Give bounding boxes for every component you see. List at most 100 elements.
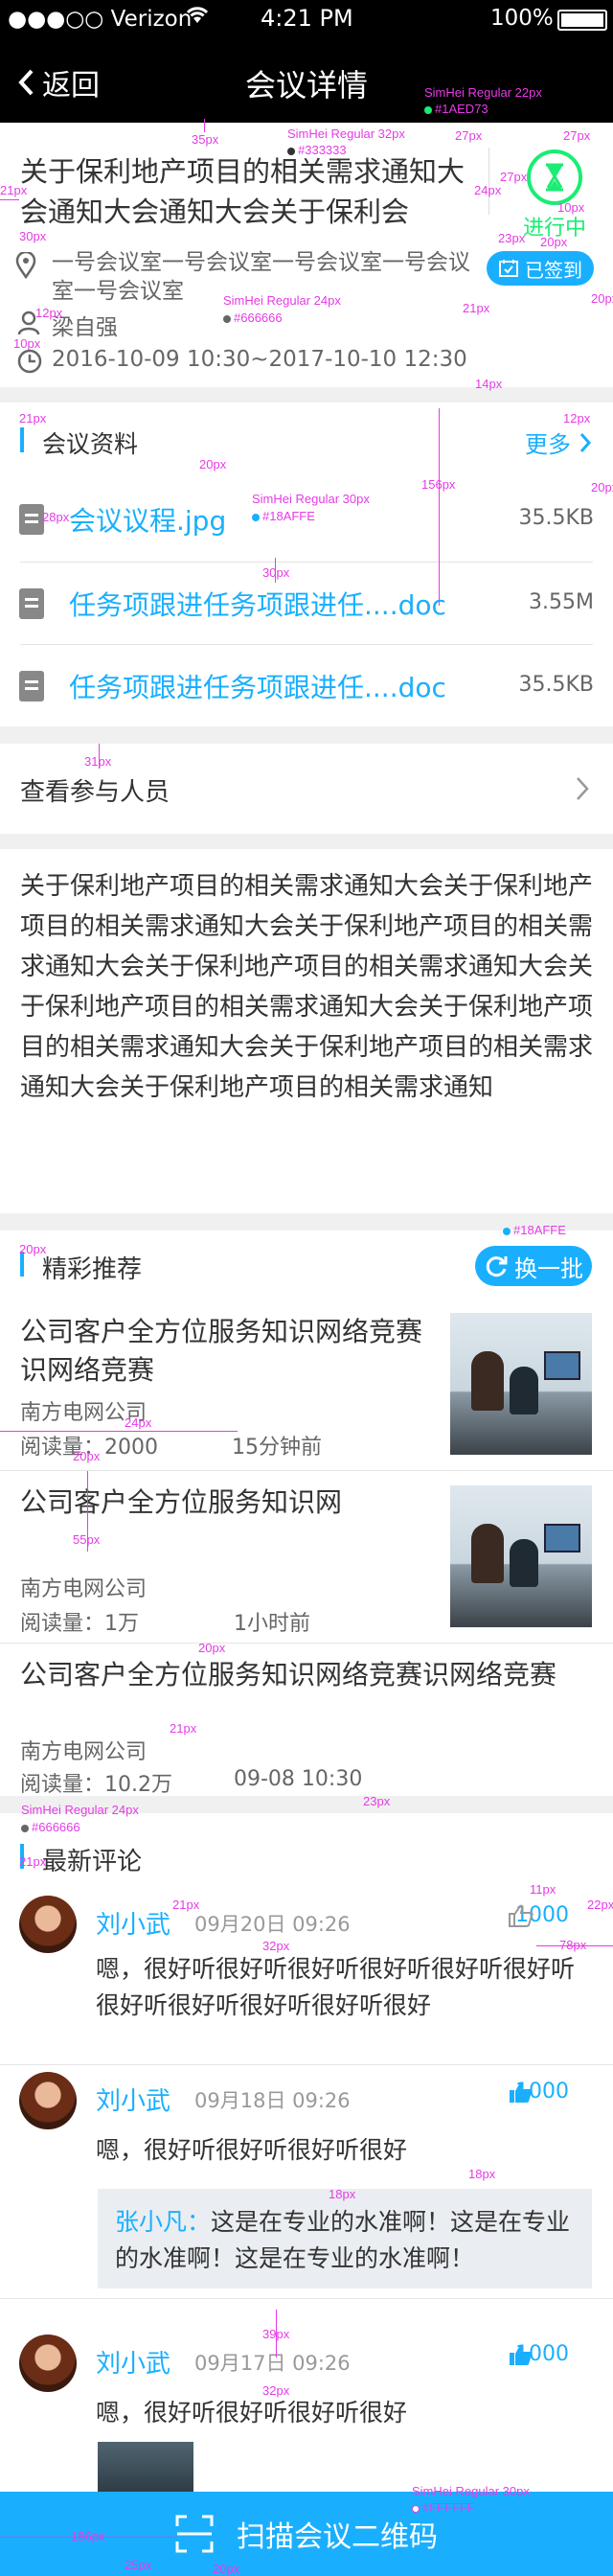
- spec-line: [275, 558, 276, 583]
- like-button[interactable]: 1000: [508, 1903, 569, 1927]
- recommend-heading: 精彩推荐: [42, 1255, 143, 1284]
- status-bar: ●●●○○ Verizon 4:21 PM 100%: [0, 0, 613, 40]
- spec-color-text: #666666: [32, 1820, 80, 1834]
- spec-color-text: #333333: [298, 143, 347, 157]
- hourglass-icon: [527, 150, 582, 205]
- spec-color-text: #FFFFFF: [422, 2500, 475, 2515]
- materials-heading: 会议资料: [42, 430, 139, 458]
- spec-measure: 20px: [73, 1449, 101, 1463]
- spec-measure: 20px: [591, 291, 613, 306]
- refresh-icon: [486, 1256, 508, 1277]
- more-label: 更多: [525, 431, 571, 458]
- spec-measure: 12px: [563, 411, 591, 426]
- meeting-time: 2016-10-09 10:30~2017-10-10 12:30: [52, 347, 467, 372]
- article-time: 1小时前: [234, 1612, 310, 1636]
- commenter-name: 刘小武: [96, 2350, 171, 2379]
- article-time: 09-08 10:30: [234, 1767, 363, 1791]
- article-reads: 阅读量：10.2万: [20, 1773, 172, 1797]
- comment-text: 嗯，很好听很好听很好听很好听很好听很好听很好听很好听很好听很好听很好: [96, 1955, 576, 2019]
- battery-percent: 100%: [490, 6, 554, 31]
- spec-measure: 27px: [500, 170, 528, 184]
- spec-measure: 27px: [455, 128, 483, 143]
- spec-measure: 12px: [35, 306, 63, 320]
- chevron-right-icon: [577, 777, 589, 800]
- comment-date: 09月20日 09:26: [194, 1913, 351, 1936]
- spec-measure: 35px: [192, 132, 219, 147]
- spec-measure: 78px: [559, 1938, 587, 1952]
- reply-author: 张小凡：: [115, 2208, 212, 2236]
- recommend-item[interactable]: 公司客户全方位服务知识网络竞赛识网络竞赛 南方电网公司 阅读量：2000 15分…: [0, 1300, 613, 1470]
- spec-measure: 18px: [329, 2187, 356, 2201]
- article-thumbnail: [450, 1313, 592, 1455]
- document-icon: [19, 671, 44, 702]
- spec-measure: 30px: [19, 229, 47, 243]
- file-size: 35.5KB: [518, 506, 594, 530]
- title-divider: [488, 148, 489, 215]
- spec-measure: 18px: [468, 2167, 496, 2181]
- scan-label: 扫描会议二维码: [237, 2520, 438, 2554]
- chevron-right-icon: [579, 432, 592, 452]
- spec-line: [204, 119, 205, 132]
- spec-measure: 156px: [421, 477, 456, 492]
- reply-box: 张小凡：这是在专业的水准啊！这是在专业的水准啊！这是在专业的水准啊！: [98, 2189, 592, 2288]
- recommend-item[interactable]: 公司客户全方位服务知识网 南方电网公司 阅读量：1万 1小时前: [0, 1470, 613, 1643]
- recommend-item[interactable]: 公司客户全方位服务知识网络竞赛识网络竞赛 南方电网公司 阅读量：10.2万 09…: [0, 1643, 613, 1797]
- article-source: 南方电网公司: [20, 1740, 148, 1764]
- clock: 4:21 PM: [261, 5, 353, 32]
- document-icon: [19, 588, 44, 619]
- thumbs-up-icon: [510, 2344, 533, 2365]
- materials-card: 会议资料 更多 会议议程.jpg 35.5KB 任务项跟进任务项跟进任....d…: [0, 402, 613, 726]
- spec-measure: 20px: [198, 1641, 226, 1655]
- spec-color: #666666: [223, 311, 283, 324]
- spec-measure: 55px: [73, 1532, 101, 1547]
- location-icon: [15, 250, 36, 280]
- spec-measure: 21px: [463, 301, 490, 315]
- spec-measure: 21px: [19, 411, 47, 426]
- spec-color: #18AFFE: [503, 1224, 566, 1236]
- spec-color: #FFFFFF: [412, 2501, 475, 2514]
- comment-item: 刘小武 09月20日 09:26 1000 嗯，很好听很好听很好听很好听很好听很…: [0, 1896, 613, 2078]
- like-button[interactable]: 1000: [508, 2080, 569, 2104]
- section-marker: [20, 427, 24, 452]
- commenter-name: 刘小武: [96, 1911, 171, 1940]
- signed-in-button[interactable]: 已签到: [487, 251, 594, 286]
- spec-measure: 10px: [13, 336, 41, 351]
- spec-color: #666666: [21, 1821, 80, 1833]
- meeting-title: 关于保利地产项目的相关需求通知大会通知大会通知大会关于保利会: [20, 155, 465, 228]
- comments-heading: 最新评论: [42, 1848, 143, 1876]
- meeting-description: 关于保利地产项目的相关需求通知大会关于保利地产项目的相关需求通知大会关于保利地产…: [20, 872, 594, 1102]
- spec-label: SimHei Regular 32px: [287, 126, 405, 141]
- file-name: 任务项跟进任务项跟进任....doc: [69, 589, 446, 621]
- article-title: 公司客户全方位服务知识网络竞赛识网络竞赛: [20, 1316, 423, 1386]
- refresh-button[interactable]: 换一批: [475, 1246, 592, 1286]
- file-row[interactable]: 任务项跟进任务项跟进任....doc 35.5KB: [0, 644, 613, 726]
- spec-measure: 25px: [125, 2558, 152, 2572]
- spec-measure: 20px: [213, 2562, 240, 2576]
- spec-measure: 24px: [474, 183, 502, 197]
- spec-measure: 20px: [19, 1242, 47, 1256]
- spec-measure: 22px: [587, 1898, 613, 1912]
- spec-line: [439, 408, 440, 606]
- spec-measure: 27px: [563, 128, 591, 143]
- spec-color-text: #666666: [234, 310, 283, 325]
- spec-line: [276, 2310, 277, 2358]
- signed-in-label: 已签到: [525, 258, 582, 282]
- spec-line: [0, 199, 19, 200]
- thumbs-up-icon: [510, 2082, 533, 2103]
- thumbs-up-outline-icon: [509, 1904, 534, 1927]
- divider: [0, 2064, 613, 2065]
- file-name: 会议议程.jpg: [69, 505, 227, 537]
- like-button[interactable]: 1000: [508, 2342, 569, 2366]
- more-materials-link[interactable]: 更多: [525, 426, 592, 459]
- spec-measure: 14px: [475, 377, 503, 391]
- file-size: 35.5KB: [518, 673, 594, 697]
- battery-icon: [557, 10, 607, 31]
- spec-measure: 21px: [172, 1898, 200, 1912]
- file-name: 任务项跟进任务项跟进任....doc: [69, 672, 446, 703]
- file-row[interactable]: 任务项跟进任务项跟进任....doc 3.55M: [0, 562, 613, 644]
- participants-label: 查看参与人员: [20, 778, 170, 807]
- scan-icon: [175, 2515, 214, 2553]
- article-title: 公司客户全方位服务知识网: [20, 1486, 343, 1518]
- file-size: 3.55M: [529, 590, 594, 614]
- description-card: 关于保利地产项目的相关需求通知大会关于保利地产项目的相关需求通知大会关于保利地产…: [0, 849, 613, 1213]
